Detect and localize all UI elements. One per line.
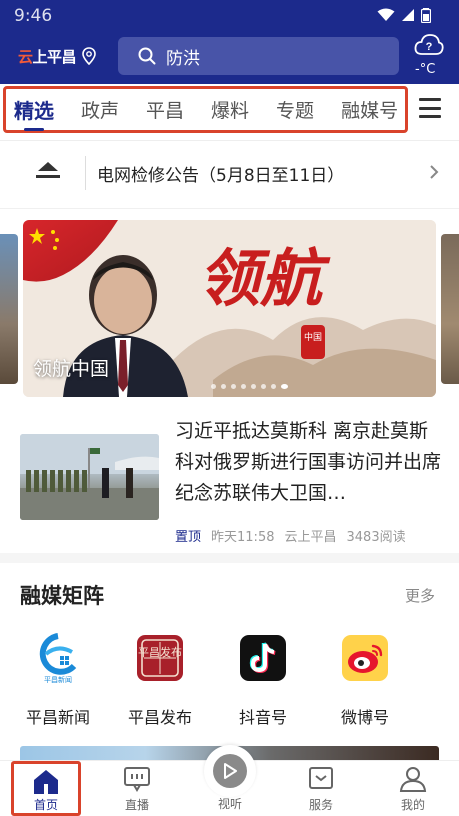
weibo-logo-icon <box>339 632 391 684</box>
play-icon <box>213 754 247 788</box>
matrix-item-label: 抖音号 <box>238 708 287 727</box>
svg-text:平昌新闻: 平昌新闻 <box>44 675 72 684</box>
more-link[interactable]: 更多 <box>405 585 435 606</box>
notice-bar[interactable]: 电网检修公告（5月8日至11日） <box>0 148 459 198</box>
hamburger-menu-icon[interactable] <box>419 98 441 118</box>
banner-caption: 领航中国 <box>33 358 110 380</box>
pingchang-news-logo-icon: 平昌新闻 <box>32 632 84 684</box>
nav-live[interactable]: 直播 <box>102 761 172 816</box>
service-icon <box>309 767 333 789</box>
search-icon <box>138 47 156 65</box>
notice-text: 电网检修公告（5月8日至11日） <box>97 166 345 186</box>
matrix-item-douyin[interactable]: 抖音号 <box>218 626 308 728</box>
news-time: 昨天11:58 <box>211 530 275 545</box>
battery-icon <box>421 8 431 23</box>
news-read-count: 3483阅读 <box>346 530 406 545</box>
svg-text:领航: 领航 <box>198 242 331 315</box>
status-time: 9:46 <box>14 6 53 26</box>
nav-home[interactable]: 首页 <box>11 761 81 816</box>
divider <box>0 140 459 141</box>
search-bar[interactable]: 防洪 <box>118 37 399 75</box>
svg-text:中国: 中国 <box>304 331 322 343</box>
pinned-badge: 置顶 <box>175 530 202 545</box>
tab-pingchang[interactable]: 平昌 <box>146 96 184 123</box>
carousel-prev-slide[interactable] <box>0 234 18 384</box>
notice-divider <box>85 156 86 190</box>
tab-tips[interactable]: 爆料 <box>211 96 249 123</box>
media-matrix: 平昌新闻 平昌新闻 平昌发布 平昌发布 抖音号 微博号 <box>0 626 459 736</box>
nav-watch-button[interactable] <box>204 745 256 797</box>
nav-mine[interactable]: 我的 <box>378 761 448 816</box>
section-title-media-matrix: 融媒矩阵 <box>20 584 104 608</box>
tab-featured[interactable]: 精选 <box>14 95 54 131</box>
svg-text:?: ? <box>426 41 433 53</box>
tab-topics[interactable]: 专题 <box>276 96 314 123</box>
home-icon <box>34 770 58 794</box>
notice-announcement-icon <box>36 162 60 178</box>
matrix-item-label: 平昌新闻 <box>25 708 90 727</box>
pingchang-release-seal-icon: 平昌发布 <box>134 632 186 684</box>
banner-headline-art: 领航 <box>198 242 331 315</box>
search-placeholder: 防洪 <box>166 48 200 69</box>
status-icons <box>377 7 431 23</box>
matrix-item-pingchang-release[interactable]: 平昌发布 平昌发布 <box>115 626 205 728</box>
section-separator <box>0 553 459 563</box>
matrix-item-pingchang-news[interactable]: 平昌新闻 平昌新闻 <box>13 626 103 728</box>
tab-politics[interactable]: 政声 <box>81 96 119 123</box>
divider <box>0 208 459 209</box>
news-source: 云上平昌 <box>284 530 337 545</box>
status-bar: 9:46 <box>0 0 459 32</box>
tab-media-accounts[interactable]: 融媒号 <box>341 96 398 123</box>
matrix-item-label: 平昌发布 <box>127 708 192 727</box>
carousel-indicator <box>211 384 288 389</box>
banner-slide[interactable]: 领航 中国 领航中国 <box>23 220 436 397</box>
matrix-item-label: 微博号 <box>340 708 389 727</box>
carousel-next-slide[interactable] <box>441 234 459 384</box>
news-thumbnail <box>20 434 159 520</box>
wifi-icon <box>377 8 395 21</box>
news-list-item[interactable]: 习近平抵达莫斯科 离京赴莫斯科对俄罗斯进行国事访问并出席纪念苏联伟大卫国… 置顶… <box>0 410 459 550</box>
live-chat-icon <box>124 767 150 792</box>
cellular-signal-icon <box>402 9 414 21</box>
location-pin-icon <box>82 47 96 65</box>
weather-unknown-icon: ? <box>414 34 444 55</box>
chevron-right-icon <box>430 165 439 179</box>
app-logo-location[interactable]: 云上平昌 <box>18 43 96 69</box>
app-logo: 云上平昌 <box>18 47 77 66</box>
channel-tabs: 精选 政声 平昌 爆料 专题 融媒号 <box>3 86 408 133</box>
weather-temp: -°C <box>415 62 436 77</box>
matrix-item-weibo[interactable]: 微博号 <box>320 626 410 728</box>
nav-watch-label: 视听 <box>217 797 242 811</box>
user-profile-icon <box>399 767 427 792</box>
douyin-logo-icon <box>237 632 289 684</box>
news-meta: 置顶 昨天11:58 云上平昌 3483阅读 <box>175 526 406 545</box>
weather-widget[interactable]: ? -°C <box>413 32 445 80</box>
news-title: 习近平抵达莫斯科 离京赴莫斯科对俄罗斯进行国事访问并出席纪念苏联伟大卫国… <box>175 420 442 504</box>
nav-service[interactable]: 服务 <box>286 761 356 816</box>
